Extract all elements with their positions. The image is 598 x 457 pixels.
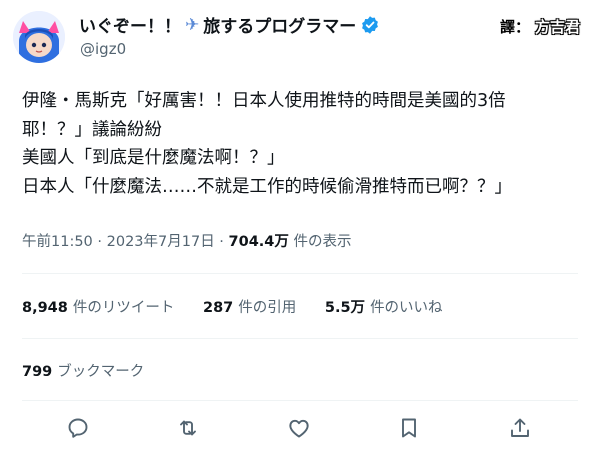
meta-separator: · — [92, 234, 107, 250]
retweets-label: 件のリツイート — [72, 300, 175, 316]
likes-label: 件のいいね — [370, 300, 443, 316]
like-button[interactable] — [286, 415, 312, 441]
views-count: 704.4万 — [228, 234, 289, 250]
tweet-line: 日本人「什麼魔法……不就是工作的時候偷滑推特而已啊？？」 — [22, 176, 512, 197]
bookmark-icon — [402, 418, 416, 438]
tweet-line: 耶！？」議論紛紛 — [22, 119, 162, 140]
translator-watermark: 譯： 方吉君 — [498, 16, 580, 37]
retweet-button[interactable] — [175, 415, 201, 441]
retweet-icon — [180, 420, 196, 436]
reply-icon — [68, 418, 88, 438]
tweet-line: 美國人「到底是什麼魔法啊！？」 — [22, 148, 285, 168]
quotes-count: 287 — [202, 300, 234, 316]
quotes-stat[interactable]: 287 件の引用 — [203, 296, 296, 317]
reply-button[interactable] — [65, 415, 91, 441]
verified-badge-icon — [362, 15, 379, 34]
bookmarks-stat[interactable]: 799 ブックマーク — [22, 360, 144, 381]
bookmarks-label: ブックマーク — [57, 364, 145, 380]
airplane-icon: ✈ — [185, 14, 200, 35]
like-icon — [289, 419, 309, 438]
likes-stat[interactable]: 5.5万 件のいいね — [325, 296, 443, 317]
likes-count: 5.5万 — [324, 300, 366, 316]
display-name[interactable]: いぐぞー！！ ✈ 旅するプログラマー — [79, 12, 380, 37]
quotes-label: 件の引用 — [238, 300, 297, 316]
bookmarks-count: 799 — [22, 364, 53, 380]
tweet-line: 伊隆・馬斯克「好厲害！！日本人使用推特的時間是美國的3倍 — [22, 91, 506, 111]
display-name-suffix: 旅するプログラマー — [203, 17, 357, 37]
tweet-meta: 午前11:50 · 2023年7月17日 · 704.4万 件の表示 — [22, 230, 352, 251]
share-icon — [511, 418, 529, 437]
engagement-stats: 8,948 件のリツイート 287 件の引用 5.5万 件のいいね — [22, 296, 467, 317]
retweets-stat[interactable]: 8,948 件のリツイート — [22, 296, 174, 317]
share-button[interactable] — [507, 415, 533, 441]
avatar-image — [13, 11, 65, 63]
watermark-mark: 譯： — [499, 18, 530, 36]
divider — [22, 400, 578, 401]
divider — [22, 273, 578, 274]
display-name-text: いぐぞー！！ — [79, 17, 181, 37]
retweets-count: 8,948 — [22, 300, 68, 316]
tweet-time[interactable]: 午前11:50 — [22, 234, 93, 250]
watermark-name: 方吉君 — [534, 18, 580, 36]
views-label: 件の表示 — [293, 234, 352, 250]
avatar[interactable] — [13, 11, 65, 63]
tweet-date[interactable]: 2023年7月17日 — [107, 234, 215, 250]
bookmark-button[interactable] — [396, 415, 422, 441]
meta-separator: · — [214, 234, 229, 250]
user-handle[interactable]: @igz0 — [80, 40, 126, 58]
tweet-text: 伊隆・馬斯克「好厲害！！日本人使用推特的時間是美國的3倍 耶！？」議論紛紛 美國… — [22, 87, 512, 201]
divider — [22, 338, 578, 339]
